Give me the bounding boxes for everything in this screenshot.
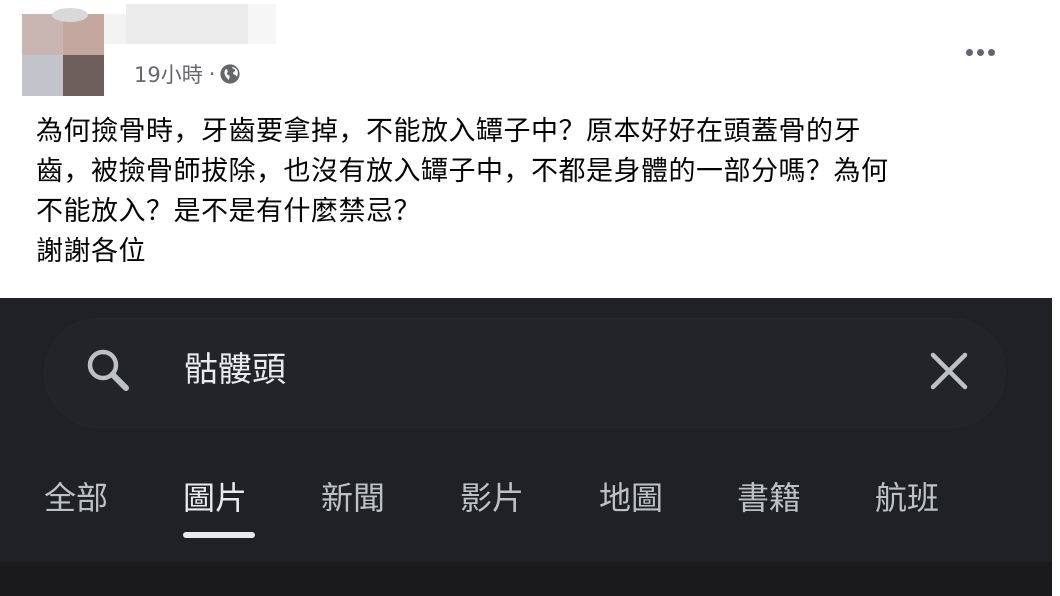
tab-books[interactable]: 書籍 xyxy=(737,470,801,526)
search-icon[interactable] xyxy=(80,342,136,398)
search-tabs: 全部 圖片 新聞 影片 地圖 書籍 航班 xyxy=(0,470,1052,530)
post-body: 為何撿骨時，牙齒要拿掉，不能放入罈子中？原本好好在頭蓋骨的牙 齒，被撿骨師拔除，也… xyxy=(36,112,1026,272)
tab-maps[interactable]: 地圖 xyxy=(599,470,663,526)
redaction-block xyxy=(126,4,248,44)
avatar-blur xyxy=(52,8,88,22)
more-options-icon[interactable] xyxy=(958,40,1002,64)
tab-images[interactable]: 圖片 xyxy=(183,470,247,526)
avatar[interactable] xyxy=(22,8,104,96)
tab-flights[interactable]: 航班 xyxy=(875,470,939,526)
more-dot xyxy=(976,48,984,56)
screenshot-bottom-bar xyxy=(0,562,1052,596)
meta-separator: · xyxy=(208,62,216,86)
post-line: 謝謝各位 xyxy=(36,236,146,267)
tab-news[interactable]: 新聞 xyxy=(321,470,385,526)
more-dot xyxy=(965,48,973,56)
avatar-pixel xyxy=(22,55,63,96)
post-line: 為何撿骨時，牙齒要拿掉，不能放入罈子中？原本好好在頭蓋骨的牙 xyxy=(36,116,861,147)
tab-videos[interactable]: 影片 xyxy=(460,470,524,526)
redaction-block xyxy=(104,14,126,44)
facebook-post: 19小時 · 為何撿骨時，牙齒要拿掉，不能放入罈子中？原本好好在頭蓋骨的牙 齒，被… xyxy=(0,0,1060,298)
close-icon[interactable] xyxy=(924,346,974,396)
globe-icon[interactable] xyxy=(219,63,241,85)
tab-all[interactable]: 全部 xyxy=(44,470,108,526)
active-tab-indicator xyxy=(183,532,255,538)
right-margin xyxy=(1052,298,1060,596)
post-line: 齒，被撿骨師拔除，也沒有放入罈子中，不都是身體的一部分嗎？為何 xyxy=(36,156,889,187)
author-name-redacted[interactable] xyxy=(104,0,276,44)
search-input[interactable]: 骷髏頭 xyxy=(184,346,286,394)
post-timestamp[interactable]: 19小時 xyxy=(134,59,203,89)
redaction-block xyxy=(248,4,276,44)
avatar-pixel xyxy=(63,55,104,96)
post-line: 不能放入？是不是有什麼禁忌？ xyxy=(36,196,421,227)
more-dot xyxy=(987,48,995,56)
post-meta: 19小時 · xyxy=(134,60,241,88)
